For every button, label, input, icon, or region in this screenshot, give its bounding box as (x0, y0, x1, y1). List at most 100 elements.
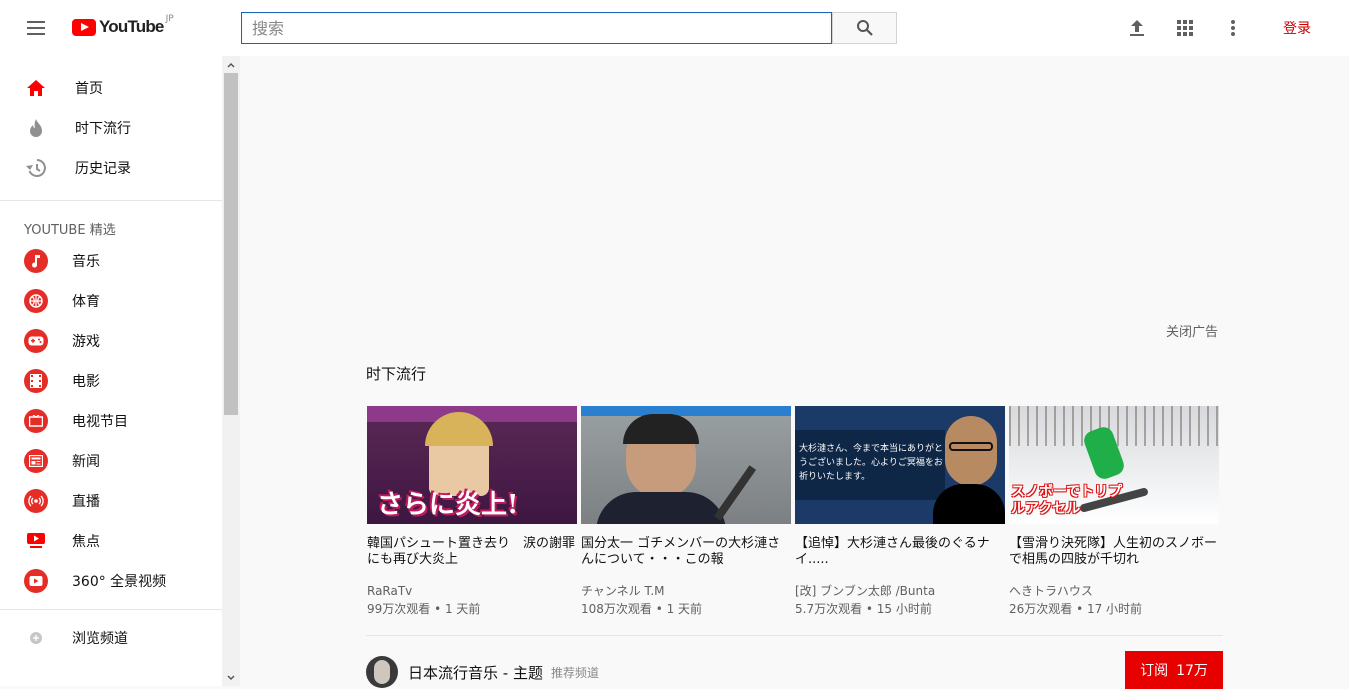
search-icon (856, 20, 873, 36)
subscribe-label: 订阅 (1140, 663, 1169, 679)
sidebar-item-music[interactable]: 音乐 (0, 241, 240, 281)
thumbnail-caption: さらに炎上! (377, 490, 519, 520)
add-circle-icon (24, 626, 48, 650)
channel-tag: 推荐频道 (550, 665, 599, 680)
shelf-title[interactable]: 时下流行 (366, 363, 426, 384)
video-card[interactable]: 大杉漣さん、今まで本当にありがとうございました。心よりご冥福をお祈りいたします。… (795, 406, 1005, 617)
sidebar-item-history[interactable]: 历史记录 (0, 148, 240, 188)
sidebar-item-trending[interactable]: 时下流行 (0, 108, 240, 148)
search-button[interactable] (832, 12, 897, 44)
sidebar-item-label: 焦点 (72, 534, 100, 550)
home-icon (24, 76, 48, 100)
masthead: YouTube JP 登录 (0, 0, 1349, 56)
video-meta: 99万次观看 • 1 天前 (367, 602, 481, 616)
sidebar-item-label: 体育 (72, 294, 100, 310)
sidebar-item-movies[interactable]: 电影 (0, 361, 240, 401)
sidebar-divider (0, 200, 222, 201)
search-box (241, 12, 832, 44)
logo-region: JP (165, 14, 174, 24)
gaming-icon (24, 329, 48, 353)
scroll-down-arrow-icon[interactable] (222, 669, 240, 686)
sidebar-section-heading: YOUTUBE 精选 (24, 223, 116, 238)
video-title[interactable]: 【雪滑り決死隊】人生初のスノボーで相馬の四肢が千切れ (1009, 536, 1219, 568)
video-meta: 5.7万次观看 • 15 小时前 (795, 602, 932, 616)
sidebar-scrollbar[interactable] (222, 56, 240, 686)
sidebar-item-label: 360° 全景视频 (72, 574, 167, 590)
hamburger-menu-icon[interactable] (24, 18, 48, 38)
sidebar-item-home[interactable]: 首页 (0, 68, 240, 108)
live-icon (24, 489, 48, 513)
channel-name[interactable]: 日本流行音乐 - 主题 (408, 662, 543, 683)
close-ad-link[interactable]: 关闭广告 (1166, 321, 1218, 340)
video-card[interactable]: さらに炎上! 韓国パシュート置き去り 涙の謝罪にも再び大炎上 RaRaTv 99… (367, 406, 577, 617)
sidebar-item-label: 音乐 (72, 254, 100, 270)
thumbnail-person (945, 416, 997, 486)
sidebar-item-360[interactable]: 360° 全景视频 (0, 561, 240, 601)
scrollbar-thumb[interactable] (224, 73, 238, 415)
thumbnail-microphone (713, 465, 757, 521)
video-shelf: さらに炎上! 韓国パシュート置き去り 涙の謝罪にも再び大炎上 RaRaTv 99… (367, 406, 1223, 617)
video-title[interactable]: 【追悼】大杉漣さん最後のぐるナイ..... (795, 536, 1005, 568)
thumbnail-caption: 大杉漣さん、今まで本当にありがとうございました。心よりご冥福をお祈りいたします。 (799, 444, 944, 482)
sidebar-item-label: 首页 (75, 81, 103, 97)
sidebar-item-label: 电视节目 (72, 414, 128, 430)
shelf-divider (366, 635, 1223, 636)
sidebar-item-news[interactable]: 新闻 (0, 441, 240, 481)
sidebar-item-label: 时下流行 (75, 121, 131, 137)
thumbnail-hair (623, 414, 699, 444)
video-title[interactable]: 韓国パシュート置き去り 涙の謝罪にも再び大炎上 (367, 536, 577, 568)
sidebar-item-label: 游戏 (72, 334, 100, 350)
sidebar-item-label: 历史记录 (75, 161, 131, 177)
video-title[interactable]: 国分太一 ゴチメンバーの大杉漣さんについて・・・この報 (581, 536, 791, 568)
video-channel[interactable]: RaRaTv (367, 583, 577, 599)
logo-text: YouTube (99, 17, 164, 36)
signin-button[interactable]: 登录 (1270, 18, 1324, 38)
more-vert-icon[interactable] (1221, 16, 1245, 40)
apps-grid-icon[interactable] (1173, 16, 1197, 40)
youtube-play-icon (72, 18, 96, 36)
movies-icon (24, 369, 48, 393)
video-channel[interactable]: へきトラハウス (1009, 583, 1219, 599)
video-card[interactable]: スノボーでトリプルアクセル 【雪滑り決死隊】人生初のスノボーで相馬の四肢が千切れ… (1009, 406, 1219, 617)
thumbnail-caption: スノボーでトリプルアクセル (1011, 484, 1123, 517)
sports-icon (24, 289, 48, 313)
search-input[interactable] (242, 13, 831, 43)
channel-avatar[interactable] (366, 656, 398, 688)
sidebar-item-label: 新闻 (72, 454, 100, 470)
video-thumbnail[interactable] (581, 406, 791, 524)
video-channel[interactable]: チャンネル T.M (581, 583, 791, 599)
thumbnail-glasses (949, 442, 993, 451)
video-channel[interactable]: [改] ブンブン太郎 /Bunta (795, 583, 1005, 599)
subscribe-button[interactable]: 订阅 17万 (1125, 651, 1223, 689)
sidebar-item-live[interactable]: 直播 (0, 481, 240, 521)
sidebar-item-label: 直播 (72, 494, 100, 510)
upload-icon[interactable] (1125, 16, 1149, 40)
thumbnail-suit (596, 492, 726, 524)
youtube-logo[interactable]: YouTube JP (72, 14, 174, 37)
subscriber-count: 17万 (1176, 663, 1208, 679)
video-thumbnail[interactable]: スノボーでトリプルアクセル (1009, 406, 1219, 524)
history-icon (24, 156, 48, 180)
video-meta: 26万次观看 • 17 小时前 (1009, 602, 1143, 616)
video-thumbnail[interactable]: さらに炎上! (367, 406, 577, 524)
sidebar-item-browse-channels[interactable]: 浏览频道 (0, 618, 240, 658)
avatar-figure (374, 660, 390, 684)
video-card[interactable]: 国分太一 ゴチメンバーの大杉漣さんについて・・・この報 チャンネル T.M 10… (581, 406, 791, 617)
sidebar-item-label: 电影 (72, 374, 100, 390)
trending-icon (24, 116, 48, 140)
channel-shelf-header: 日本流行音乐 - 主题 推荐频道 (366, 656, 599, 688)
tv-icon (24, 409, 48, 433)
video-meta: 108万次观看 • 1 天前 (581, 602, 703, 616)
video-thumbnail[interactable]: 大杉漣さん、今まで本当にありがとうございました。心よりご冥福をお祈りいたします。 (795, 406, 1005, 524)
sidebar-item-gaming[interactable]: 游戏 (0, 321, 240, 361)
spotlight-icon (24, 529, 48, 553)
scroll-up-arrow-icon[interactable] (222, 56, 240, 73)
sidebar-item-tv[interactable]: 电视节目 (0, 401, 240, 441)
main-content: 关闭广告 时下流行 さらに炎上! 韓国パシュート置き去り 涙の謝罪にも再び大炎上… (240, 56, 1349, 689)
sidebar: 首页 时下流行 历史记录 YOUTUBE 精选 音乐 体育 游戏 电影 电视节目… (0, 56, 240, 686)
thumbnail-suit (933, 484, 1005, 524)
thumbnail-banner (581, 406, 791, 416)
sidebar-item-spotlight[interactable]: 焦点 (0, 521, 240, 561)
sidebar-item-sports[interactable]: 体育 (0, 281, 240, 321)
360-video-icon (24, 569, 48, 593)
